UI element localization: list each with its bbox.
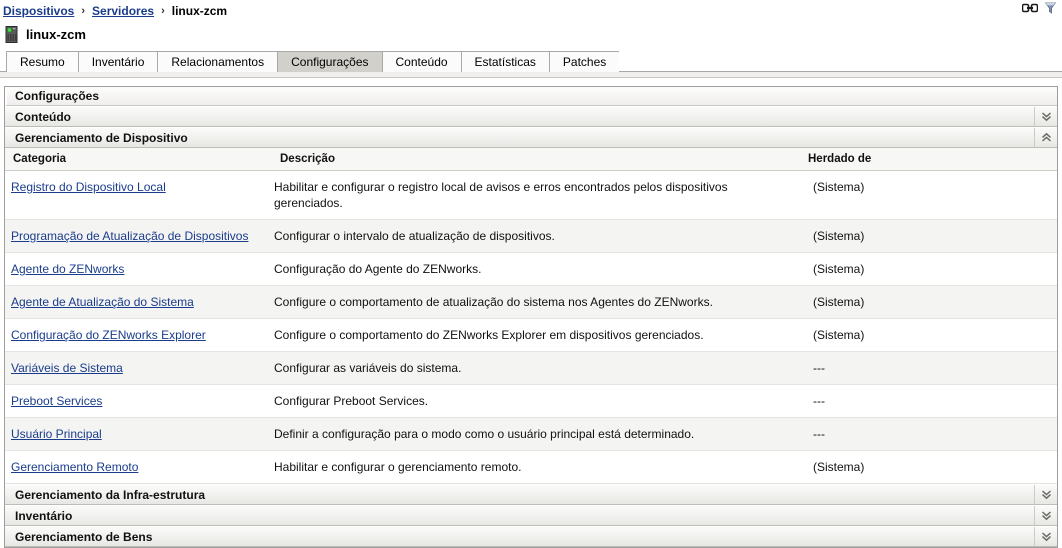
table-header-row: Categoria Descrição Herdado de (5, 148, 1057, 171)
category-link-gerenciamento-remoto[interactable]: Gerenciamento Remoto (11, 460, 138, 474)
section-inventario-label: Inventário (15, 508, 73, 523)
table-row: Programação de Atualização de Dispositiv… (5, 219, 1057, 253)
row-description: Habilitar e configurar o registro local … (272, 170, 800, 220)
row-inherited-from: --- (800, 384, 1057, 418)
row-description: Definir a configuração para o modo como … (272, 417, 800, 451)
table-row: Agente do ZENworks Configuração do Agent… (5, 252, 1057, 286)
breadcrumb-item-servidores[interactable]: Servidores (92, 4, 154, 18)
category-link-programacao-de-atualizacao-de-dispositivos[interactable]: Programação de Atualização de Dispositiv… (11, 229, 248, 243)
tab-resumo[interactable]: Resumo (6, 51, 78, 72)
breadcrumb-separator: › (161, 5, 165, 17)
chevron-double-down-icon[interactable] (1034, 485, 1057, 504)
section-gerenciamento-de-bens[interactable]: Gerenciamento de Bens (5, 526, 1057, 547)
tab-estatisticas[interactable]: Estatísticas (460, 51, 549, 72)
table-row: Usuário Principal Definir a configuração… (5, 417, 1057, 451)
section-inventario[interactable]: Inventário (5, 505, 1057, 526)
tab-conteudo[interactable]: Conteúdo (381, 51, 461, 72)
configuracoes-table: Categoria Descrição Herdado de Registro … (5, 148, 1057, 484)
breadcrumb-item-dispositivos[interactable]: Dispositivos (3, 4, 74, 18)
row-description: Configure o comportamento do ZENworks Ex… (272, 318, 800, 352)
tab-configuracoes[interactable]: Configurações (277, 51, 382, 72)
breadcrumb: Dispositivos › Servidores › linux-zcm (0, 0, 1062, 22)
row-inherited-from: (Sistema) (800, 252, 1057, 286)
funnel-icon[interactable] (1045, 2, 1056, 14)
section-gerenciamento-de-bens-label: Gerenciamento de Bens (15, 529, 153, 544)
row-inherited-from: (Sistema) (800, 219, 1057, 253)
row-inherited-from: (Sistema) (800, 318, 1057, 352)
table-row: Gerenciamento Remoto Habilitar e configu… (5, 450, 1057, 484)
row-inherited-from: (Sistema) (800, 450, 1057, 484)
column-header-herdado-de[interactable]: Herdado de (800, 148, 1057, 171)
section-gerenciamento-da-infra-estrutura-label: Gerenciamento da Infra-estrutura (15, 487, 206, 502)
page-title-row: linux-zcm (0, 22, 1062, 46)
tab-inventario[interactable]: Inventário (77, 51, 158, 72)
tab-strip: Resumo Inventário Relacionamentos Config… (0, 50, 1062, 78)
row-description: Habilitar e configurar o gerenciamento r… (272, 450, 800, 484)
row-inherited-from: (Sistema) (800, 170, 1057, 220)
row-inherited-from: --- (800, 417, 1057, 451)
page-title: linux-zcm (26, 26, 86, 42)
breadcrumb-item-current: linux-zcm (171, 4, 228, 18)
row-inherited-from: --- (800, 351, 1057, 385)
chevron-double-down-icon[interactable] (1034, 506, 1057, 525)
table-row: Preboot Services Configurar Preboot Serv… (5, 384, 1057, 418)
column-header-descricao[interactable]: Descrição (272, 148, 800, 171)
category-link-registro-do-dispositivo-local[interactable]: Registro do Dispositivo Local (11, 180, 166, 194)
section-gerenciamento-de-dispositivo-label: Gerenciamento de Dispositivo (15, 130, 188, 145)
category-link-configuracao-do-zenworks-explorer[interactable]: Configuração do ZENworks Explorer (11, 328, 206, 342)
row-description: Configuração do Agente do ZENworks. (272, 252, 800, 286)
table-row: Agente de Atualização do Sistema Configu… (5, 285, 1057, 319)
tab-relacionamentos[interactable]: Relacionamentos (157, 51, 278, 72)
table-row: Configuração do ZENworks Explorer Config… (5, 318, 1057, 352)
configuracoes-panel: Configurações Conteúdo Gerenciamento de … (4, 86, 1058, 548)
breadcrumb-tools (1022, 2, 1056, 14)
category-link-variaveis-de-sistema[interactable]: Variáveis de Sistema (11, 361, 123, 375)
row-description: Configurar as variáveis do sistema. (272, 351, 800, 385)
chevron-double-down-icon[interactable] (1034, 527, 1057, 546)
section-conteudo-label: Conteúdo (15, 109, 71, 124)
breadcrumb-separator: › (81, 5, 86, 17)
row-inherited-from: (Sistema) (800, 285, 1057, 319)
section-conteudo[interactable]: Conteúdo (5, 106, 1057, 127)
category-link-usuario-principal[interactable]: Usuário Principal (11, 427, 102, 441)
table-row: Registro do Dispositivo Local Habilitar … (5, 170, 1057, 220)
chevron-double-up-icon[interactable] (1034, 128, 1057, 147)
row-description: Configurar o intervalo de atualização de… (272, 219, 800, 253)
row-description: Configurar Preboot Services. (272, 384, 800, 418)
section-gerenciamento-da-infra-estrutura[interactable]: Gerenciamento da Infra-estrutura (5, 484, 1057, 505)
tab-patches[interactable]: Patches (548, 51, 620, 72)
chevron-double-down-icon[interactable] (1034, 107, 1057, 126)
panel-title: Configurações (5, 87, 1057, 106)
category-link-preboot-services[interactable]: Preboot Services (11, 394, 102, 408)
section-gerenciamento-de-dispositivo[interactable]: Gerenciamento de Dispositivo (5, 127, 1057, 148)
row-description: Configure o comportamento de atualização… (272, 285, 800, 319)
category-link-agente-de-atualizacao-do-sistema[interactable]: Agente de Atualização do Sistema (11, 295, 194, 309)
server-icon (5, 25, 19, 43)
category-link-agente-do-zenworks[interactable]: Agente do ZENworks (11, 262, 124, 276)
link-icon[interactable] (1022, 2, 1038, 14)
table-row: Variáveis de Sistema Configurar as variá… (5, 351, 1057, 385)
column-header-categoria[interactable]: Categoria (5, 148, 272, 171)
